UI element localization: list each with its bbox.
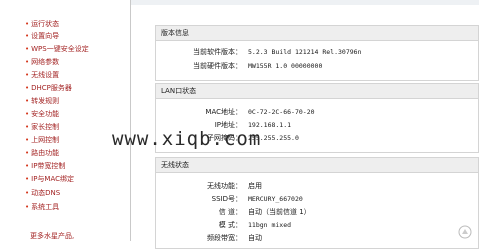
- sidebar-item-ddns[interactable]: • 动态DNS: [25, 188, 60, 199]
- wireless-panel: 无线状态 无线功能： 启用 SSID号： MERCURY_667020 信 道：…: [155, 157, 479, 249]
- sidebar-item-label: 网络参数: [31, 58, 60, 66]
- bullet-icon: •: [25, 175, 30, 183]
- ssid-label: SSID号：: [211, 195, 242, 203]
- bandwidth-label: 频段带宽：: [207, 234, 242, 242]
- more-products-link[interactable]: 更多水星产品,: [30, 231, 74, 241]
- bullet-icon: •: [25, 162, 30, 170]
- hardware-version-value: MW155R 1.0 00000000: [248, 62, 323, 70]
- sidebar-item-label: IP带宽控制: [31, 162, 66, 170]
- bullet-icon: •: [25, 32, 30, 40]
- wireless-function-value: 启用: [248, 182, 262, 190]
- sidebar-item-label: DHCP服务器: [31, 84, 72, 92]
- mac-address-row: MAC地址： 0C-72-2C-66-70-20: [156, 107, 476, 118]
- mac-address-label: MAC地址：: [205, 108, 242, 116]
- sidebar-item-wps[interactable]: • WPS一键安全设定: [25, 44, 89, 55]
- sidebar-item-label: 系统工具: [31, 203, 60, 211]
- sidebar-item-label: 路由功能: [31, 149, 60, 157]
- bullet-icon: •: [25, 123, 30, 131]
- software-version-label: 当前软件版本：: [193, 48, 242, 56]
- main-content: 版本信息 当前软件版本： 5.2.3 Build 121214 Rel.3079…: [131, 5, 479, 249]
- sidebar-item-label: 转发规则: [31, 97, 60, 105]
- lan-panel-title: LAN口状态: [156, 84, 478, 99]
- bullet-icon: •: [25, 203, 30, 211]
- bandwidth-value: 自动: [248, 234, 262, 242]
- sidebar-item-security[interactable]: • 安全功能: [25, 109, 59, 120]
- bullet-icon: •: [25, 97, 30, 105]
- channel-row: 信 道： 自动（当前信道 1）: [156, 207, 476, 218]
- sidebar-item-label: 上网控制: [31, 136, 60, 144]
- sidebar-item-label: 设置向导: [31, 32, 60, 40]
- ssid-row: SSID号： MERCURY_667020: [156, 194, 476, 205]
- hardware-version-row: 当前硬件版本： MW155R 1.0 00000000: [156, 61, 476, 72]
- sidebar-item-ip-mac-binding[interactable]: • IP与MAC绑定: [25, 174, 74, 185]
- sidebar-item-label: 动态DNS: [31, 189, 61, 197]
- sidebar-item-system-tools[interactable]: • 系统工具: [25, 202, 59, 213]
- bullet-icon: •: [25, 84, 30, 92]
- mode-row: 模 式： 11bgn mixed: [156, 220, 476, 231]
- version-panel-title: 版本信息: [156, 26, 478, 41]
- sidebar-item-label: 运行状态: [31, 20, 60, 28]
- watermark: www.xiqb.com: [112, 128, 262, 150]
- bandwidth-row: 频段带宽： 自动: [156, 233, 476, 244]
- sidebar-item-label: 无线设置: [31, 71, 60, 79]
- mac-address-value: 0C-72-2C-66-70-20: [248, 108, 315, 116]
- bullet-icon: •: [25, 189, 30, 197]
- bullet-icon: •: [25, 149, 30, 157]
- sidebar-item-access-control[interactable]: • 上网控制: [25, 135, 59, 146]
- software-version-value: 5.2.3 Build 121214 Rel.30796n: [248, 48, 362, 56]
- sidebar-menu: • 运行状态 • 设置向导 • WPS一键安全设定 • 网络参数 • 无线设置 • DHCP…: [0, 0, 131, 241]
- sidebar-item-routing[interactable]: • 路由功能: [25, 148, 59, 159]
- sidebar-item-bandwidth[interactable]: • IP带宽控制: [25, 161, 65, 172]
- channel-label: 信 道：: [218, 208, 242, 216]
- sidebar-item-wireless[interactable]: • 无线设置: [25, 70, 59, 81]
- bullet-icon: •: [25, 136, 30, 144]
- sidebar-item-forwarding[interactable]: • 转发规则: [25, 96, 59, 107]
- channel-value: 自动（当前信道 1）: [248, 208, 311, 216]
- version-panel: 版本信息 当前软件版本： 5.2.3 Build 121214 Rel.3079…: [155, 25, 479, 81]
- wireless-function-row: 无线功能： 启用: [156, 181, 476, 192]
- sidebar-item-label: 家长控制: [31, 123, 60, 131]
- bullet-icon: •: [25, 58, 30, 66]
- sidebar-item-setup-wizard[interactable]: • 设置向导: [25, 31, 59, 42]
- wireless-panel-title: 无线状态: [156, 158, 478, 173]
- mode-label: 模 式：: [218, 221, 242, 229]
- bullet-icon: •: [25, 45, 30, 53]
- sidebar-item-label: IP与MAC绑定: [31, 175, 75, 183]
- sidebar-item-dhcp[interactable]: • DHCP服务器: [25, 83, 72, 94]
- sidebar-item-network[interactable]: • 网络参数: [25, 57, 59, 68]
- sidebar-item-parental-control[interactable]: • 家长控制: [25, 122, 59, 133]
- mode-value: 11bgn mixed: [248, 221, 292, 229]
- hardware-version-label: 当前硬件版本：: [193, 62, 242, 70]
- bullet-icon: •: [25, 20, 30, 28]
- sidebar-item-status[interactable]: • 运行状态: [25, 19, 59, 30]
- watermark-logo-icon: [458, 225, 472, 239]
- bullet-icon: •: [25, 110, 30, 118]
- wireless-function-label: 无线功能：: [207, 182, 242, 190]
- sidebar-item-label: 安全功能: [31, 110, 60, 118]
- ssid-value: MERCURY_667020: [248, 195, 303, 203]
- software-version-row: 当前软件版本： 5.2.3 Build 121214 Rel.30796n: [156, 47, 476, 58]
- sidebar-item-label: WPS一键安全设定: [31, 45, 89, 53]
- bullet-icon: •: [25, 71, 30, 79]
